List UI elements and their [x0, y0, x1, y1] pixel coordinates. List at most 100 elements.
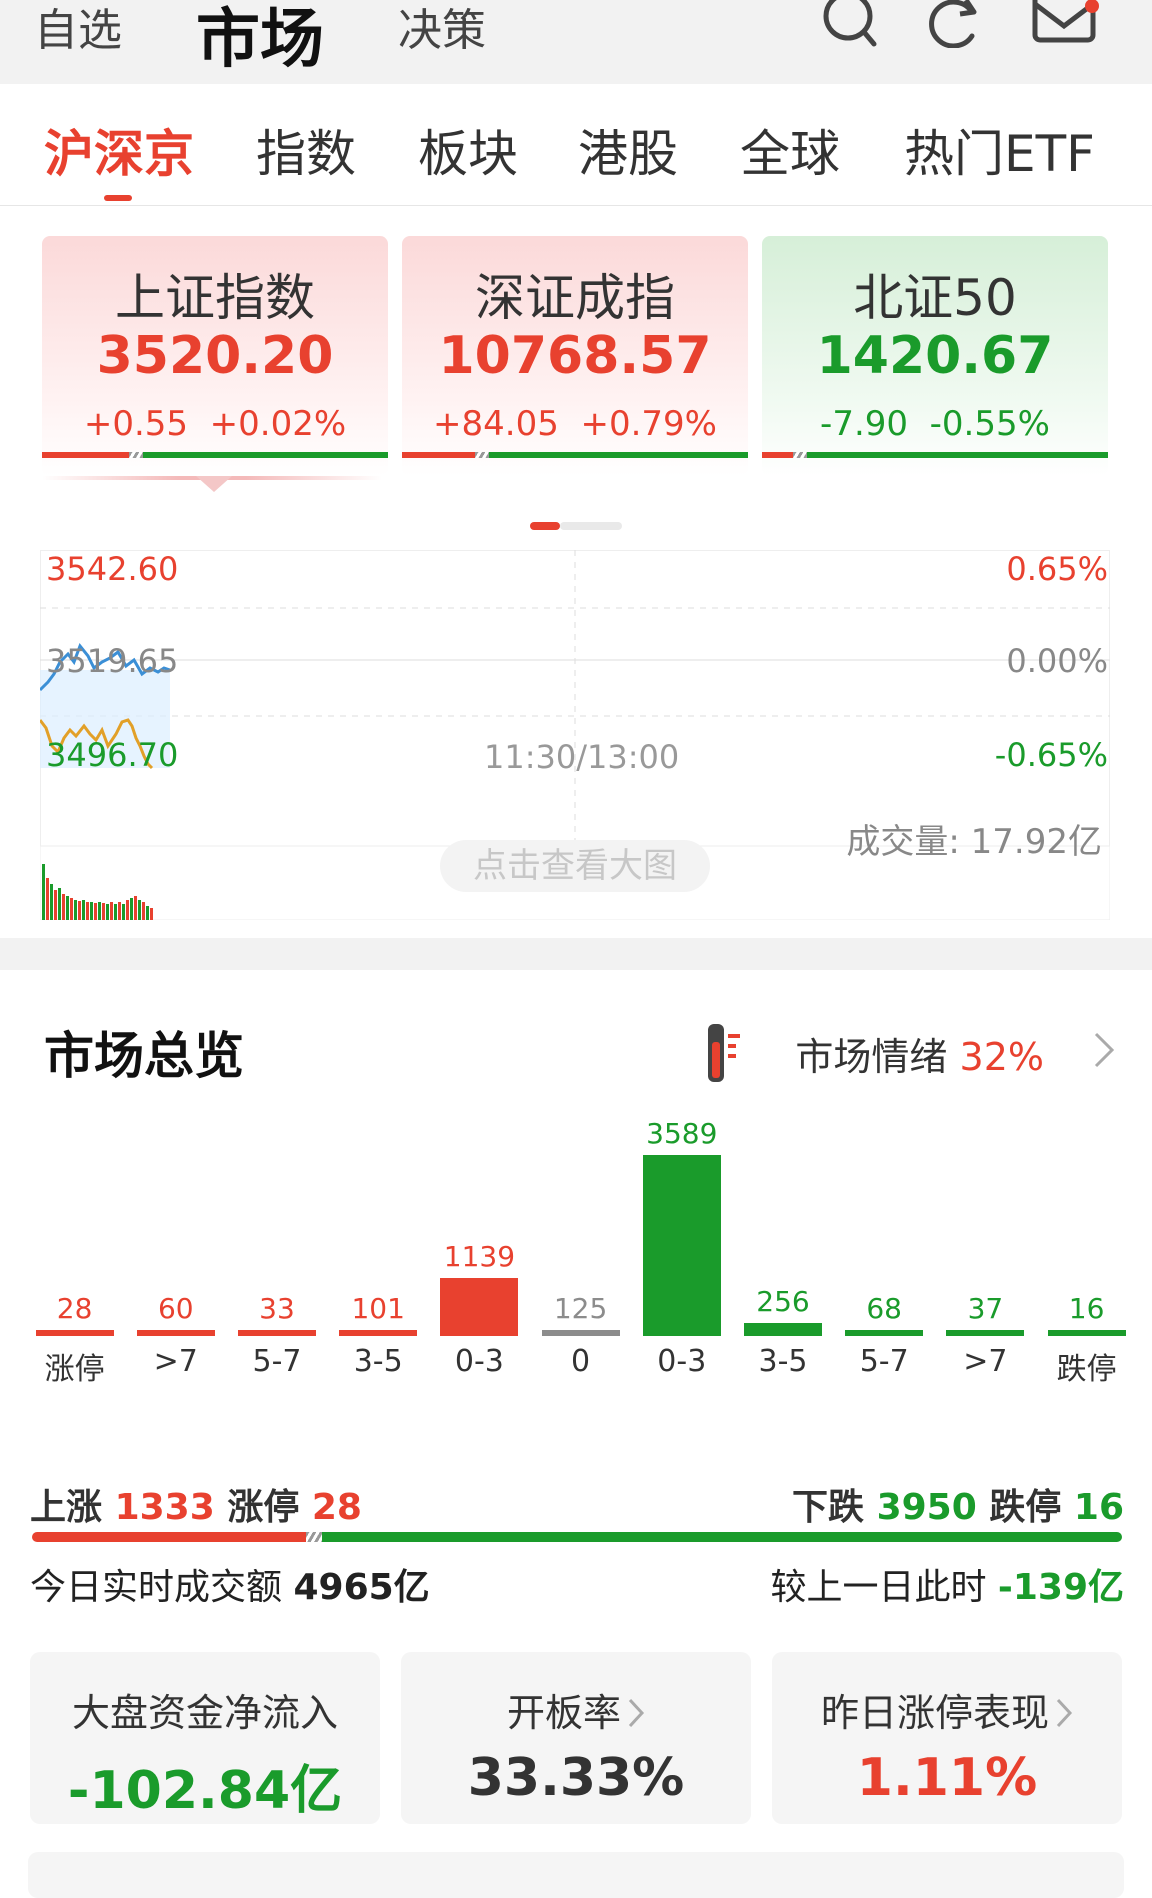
index-name: 北证50 — [853, 269, 1017, 327]
net-inflow-card[interactable]: 大盘资金净流入 -102.84亿 — [30, 1652, 380, 1824]
dist-bar-category: 5-7 — [252, 1344, 302, 1379]
dist-bar-value: 68 — [866, 1292, 902, 1325]
chevron-right-icon — [1055, 1694, 1073, 1738]
rise-summary: 上涨 1333 涨停 28 — [30, 1487, 362, 1528]
pct-low-label: -0.65% — [994, 736, 1108, 774]
rise-fall-ratio-bar — [32, 1532, 1122, 1542]
rise-fall-distribution-chart[interactable]: 28 涨停 60 >7 33 5-7 101 3-5 1139 0-3 125 0 3589 0-3 256… — [24, 1117, 1128, 1390]
dist-bar-value: 3589 — [646, 1117, 718, 1150]
intraday-chart[interactable]: 3542.60 3519.65 3496.70 0.65% 0.00% -0.6… — [40, 550, 1110, 920]
index-card-shenzhen[interactable]: 深证成指 10768.57 +84.05 +0.79% — [402, 236, 748, 476]
stat-value: 33.33% — [467, 1748, 685, 1808]
dist-bar-value: 37 — [967, 1292, 1004, 1325]
subtab-hushenjing[interactable]: 沪深京 — [44, 114, 194, 186]
dist-bar-value: 101 — [351, 1292, 405, 1325]
up-down-ratio-bar — [762, 452, 1108, 458]
price-mid-label: 3519.65 — [46, 642, 179, 680]
volume-label: 成交量: 17.92亿 — [846, 822, 1102, 862]
refresh-icon[interactable] — [926, 0, 982, 52]
index-name: 上证指数 — [115, 269, 315, 327]
dist-bar-value: 125 — [553, 1292, 608, 1325]
dist-bar-category: 0-3 — [657, 1344, 707, 1379]
dist-bar — [339, 1330, 418, 1336]
stat-value: 1.11% — [856, 1748, 1038, 1808]
turnover-today: 今日实时成交额 4965亿 — [30, 1567, 430, 1608]
dist-bar — [35, 1330, 114, 1336]
index-name: 深证成指 — [475, 269, 675, 327]
dist-bar-category: 3-5 — [353, 1344, 403, 1379]
price-low-label: 3496.70 — [46, 736, 179, 774]
view-big-chart-button[interactable]: 点击查看大图 — [440, 840, 710, 892]
dist-bar-value: 33 — [259, 1292, 295, 1325]
subtab-hot-etf[interactable]: 热门ETF — [904, 114, 1095, 186]
dist-bar-value: 256 — [756, 1285, 810, 1318]
index-card-bse50[interactable]: 北证50 1420.67 -7.90 -0.55% — [762, 236, 1108, 476]
dist-bar-category: 3-5 — [758, 1344, 808, 1379]
dist-bar-category: 0-3 — [454, 1344, 504, 1379]
subtab-global[interactable]: 全球 — [740, 114, 840, 186]
chevron-right-icon — [1092, 1030, 1116, 1074]
stat-value: -102.84亿 — [67, 1761, 343, 1821]
active-tab-indicator — [104, 195, 132, 201]
fall-summary: 下跌 3950 跌停 16 — [792, 1487, 1124, 1528]
tab-market[interactable]: 市场 — [196, 0, 324, 80]
market-overview: 市场总览 市场情绪 32% 28 涨停 60 >7 33 5-7 101 3-5 1139 0-3… — [0, 970, 1152, 1898]
page-indicator — [530, 522, 622, 530]
yesterday-limit-up-card[interactable]: 昨日涨停表现 1.11% — [772, 1652, 1122, 1824]
time-axis-label: 11:30/13:00 — [484, 738, 680, 776]
dist-bar — [744, 1323, 822, 1336]
thermometer-icon — [704, 1022, 744, 1090]
dist-bar-category: >7 — [963, 1344, 1008, 1379]
subtab-sector[interactable]: 板块 — [418, 114, 518, 186]
selected-card-pointer — [196, 476, 232, 492]
price-high-label: 3542.60 — [46, 550, 179, 588]
dist-bar-category: >7 — [153, 1344, 198, 1379]
dist-bar — [845, 1330, 924, 1336]
index-change: +84.05 +0.79% — [433, 404, 717, 444]
pct-mid-label: 0.00% — [1006, 642, 1108, 680]
dist-bar-category: 涨停 — [44, 1352, 105, 1387]
search-icon[interactable] — [820, 0, 880, 52]
dist-bar — [946, 1330, 1025, 1336]
dist-bar — [238, 1330, 316, 1336]
dist-bar-category: 5-7 — [859, 1344, 909, 1379]
market-mood: 市场情绪 32% — [795, 1035, 1044, 1079]
stat-label: 开板率 — [401, 1682, 751, 1738]
subtab-index[interactable]: 指数 — [256, 114, 356, 186]
up-down-ratio-bar — [402, 452, 748, 458]
dist-bar-value: 60 — [157, 1292, 194, 1325]
dist-bar-value: 1139 — [443, 1240, 516, 1273]
dist-bar-value: 28 — [56, 1292, 93, 1325]
market-sub-tabs: 沪深京 指数 板块 港股 全球 热门ETF — [0, 84, 1152, 206]
dist-bar — [136, 1330, 215, 1336]
index-section: 上证指数 3520.20 +0.55 +0.02% 深证成指 10768.57 … — [0, 206, 1152, 938]
dist-bar — [440, 1278, 519, 1336]
top-header: 自选 市场 决策 — [0, 0, 1152, 84]
mail-icon[interactable] — [1032, 0, 1102, 52]
market-mood-link[interactable]: 市场情绪 32% — [696, 1022, 1116, 1082]
dist-bar — [541, 1330, 620, 1336]
tab-watchlist[interactable]: 自选 — [34, 0, 122, 58]
pct-high-label: 0.65% — [1006, 550, 1108, 588]
dist-bar-category: 0 — [571, 1344, 591, 1379]
tab-decision[interactable]: 决策 — [398, 0, 486, 58]
index-card-shanghai[interactable]: 上证指数 3520.20 +0.55 +0.02% — [42, 236, 388, 476]
dist-bar — [1047, 1330, 1126, 1336]
index-value: 1420.67 — [816, 326, 1054, 386]
chevron-right-icon — [627, 1694, 645, 1738]
overview-title: 市场总览 — [44, 1027, 244, 1085]
index-change: +0.55 +0.02% — [83, 404, 347, 444]
subtab-hk[interactable]: 港股 — [578, 114, 678, 186]
turnover-compare: 较上一日此时 -139亿 — [770, 1567, 1124, 1608]
dist-bar-value: 16 — [1068, 1292, 1105, 1325]
dist-bar-category: 跌停 — [1056, 1352, 1117, 1387]
next-section-edge — [28, 1852, 1124, 1898]
up-down-ratio-bar — [42, 452, 388, 458]
dist-bar — [642, 1155, 721, 1336]
index-value: 3520.20 — [96, 326, 334, 386]
stat-label: 大盘资金净流入 — [71, 1691, 338, 1735]
index-value: 10768.57 — [438, 326, 712, 386]
stat-label: 昨日涨停表现 — [772, 1682, 1122, 1738]
index-change: -7.90 -0.55% — [820, 404, 1050, 444]
open-board-rate-card[interactable]: 开板率 33.33% — [401, 1652, 751, 1824]
